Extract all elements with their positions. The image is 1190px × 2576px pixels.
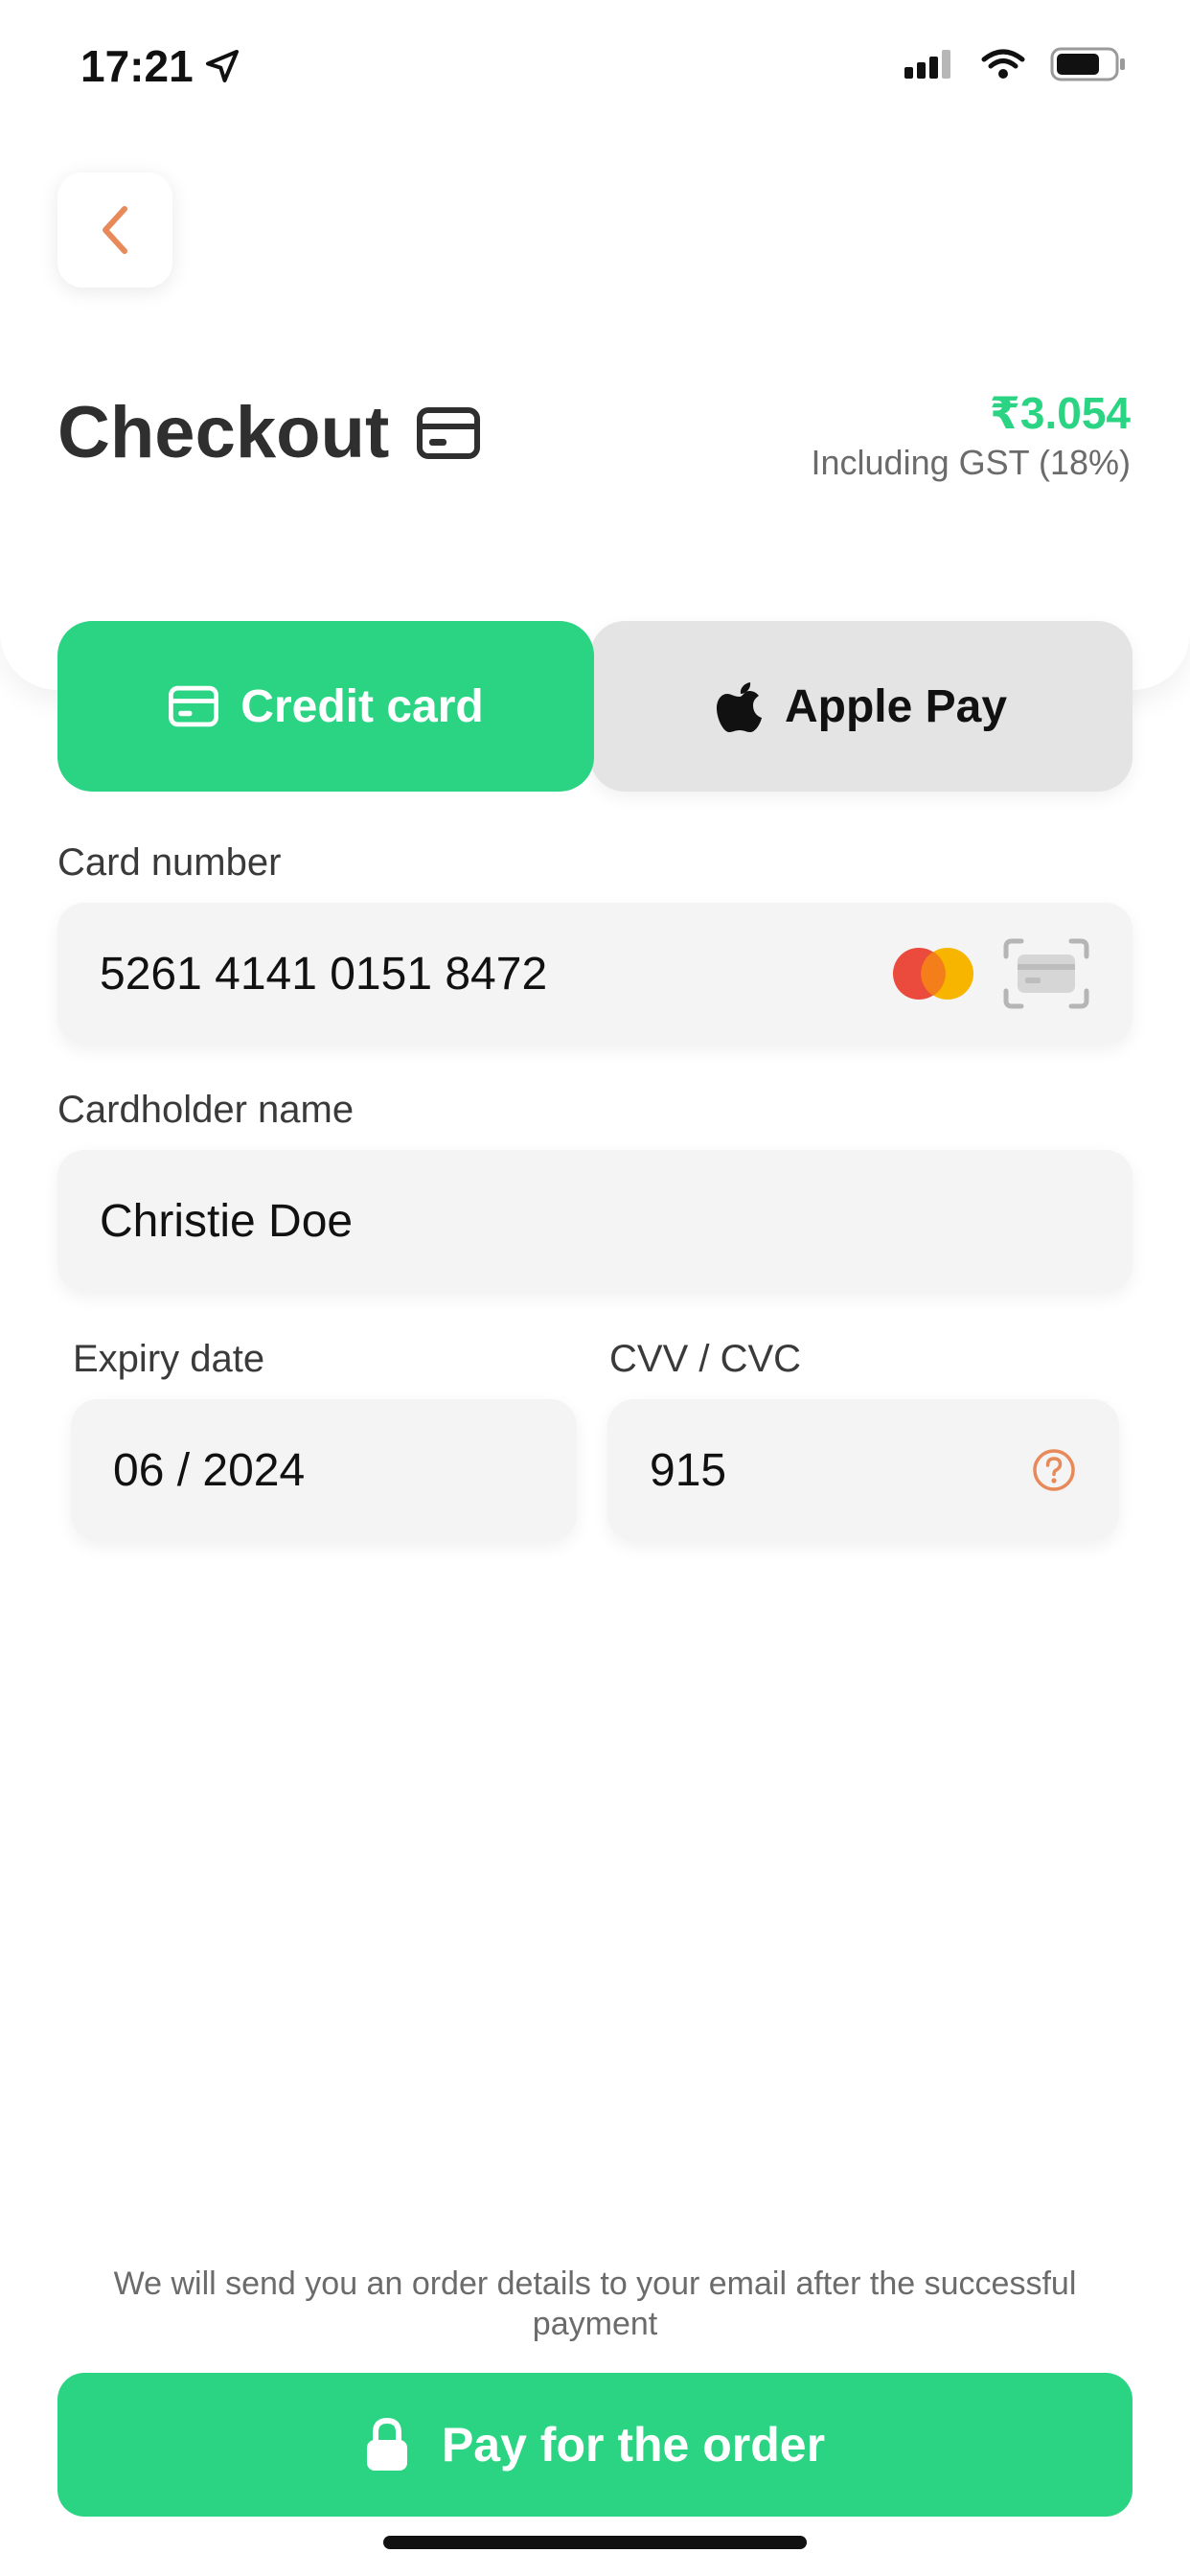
- email-notice: We will send you an order details to you…: [113, 2266, 1077, 2342]
- card-number-icons: [889, 937, 1090, 1010]
- tax-note: Including GST (18%): [811, 443, 1132, 482]
- battery-icon: [1050, 47, 1125, 81]
- lock-icon: [366, 2417, 407, 2471]
- scan-card-icon[interactable]: [1002, 937, 1090, 1010]
- header-sheet: [0, 0, 1190, 690]
- help-circle-icon[interactable]: [1031, 1447, 1077, 1493]
- credit-card-icon: [169, 685, 219, 727]
- status-time-text: 17:21: [80, 41, 194, 91]
- apple-icon: [716, 682, 762, 732]
- home-indicator: [383, 2536, 807, 2549]
- cellular-signal-icon: [904, 50, 950, 79]
- pay-button[interactable]: Pay for the order: [57, 2373, 1133, 2517]
- cardholder-label: Cardholder name: [57, 1089, 355, 1131]
- card-number-label: Card number: [57, 841, 282, 884]
- expiry-field[interactable]: 06 / 2024: [71, 1399, 577, 1541]
- status-time: 17:21: [80, 40, 241, 92]
- card-number-field[interactable]: 5261 4141 0151 8472: [57, 903, 1133, 1045]
- mastercard-icon: [893, 948, 973, 1000]
- order-total: ₹3.054: [989, 388, 1131, 438]
- location-arrow-icon: [205, 50, 239, 82]
- credit-card-label: Credit card: [240, 680, 484, 732]
- expiry-label: Expiry date: [73, 1338, 265, 1380]
- page-title-text: Checkout: [57, 392, 390, 473]
- card-number-value: 5261 4141 0151 8472: [100, 948, 548, 1000]
- chevron-left-icon: [103, 206, 127, 254]
- page-title: Checkout: [57, 391, 481, 474]
- credit-card-tab[interactable]: Credit card: [57, 621, 594, 792]
- wifi-icon: [981, 49, 1025, 79]
- cvv-value: 915: [650, 1444, 727, 1496]
- credit-card-icon: [417, 406, 481, 459]
- status-icons: [904, 46, 1127, 82]
- cvv-field[interactable]: 915: [607, 1399, 1119, 1541]
- pay-button-label: Pay for the order: [441, 2418, 826, 2472]
- cardholder-field[interactable]: Christie Doe: [57, 1150, 1133, 1292]
- apple-pay-tab[interactable]: Apple Pay: [590, 621, 1133, 792]
- back-button[interactable]: [57, 172, 172, 288]
- apple-pay-label: Apple Pay: [784, 680, 1008, 732]
- cvv-label: CVV / CVC: [609, 1338, 802, 1380]
- expiry-value: 06 / 2024: [113, 1444, 306, 1496]
- cardholder-value: Christie Doe: [100, 1195, 354, 1247]
